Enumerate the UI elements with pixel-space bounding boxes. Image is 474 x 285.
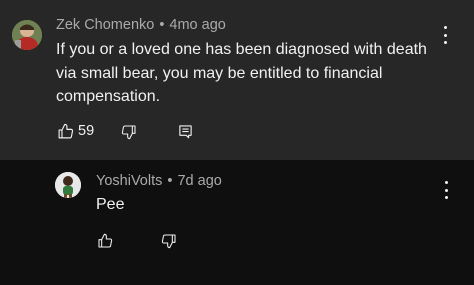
reply-author[interactable]: YoshiVolts (96, 173, 162, 189)
comment-author[interactable]: Zek Chomenko (56, 17, 154, 33)
comment-text: If you or a loved one has been diagnosed… (56, 41, 427, 105)
comment-timestamp[interactable]: 4mo ago (169, 17, 225, 33)
reply-icon[interactable] (178, 124, 193, 139)
meta-separator: • (167, 173, 173, 189)
comment-meta: Zek Chomenko • 4mo ago (56, 17, 226, 33)
reply-text: Pee (96, 196, 125, 213)
reply-timestamp[interactable]: 7d ago (177, 173, 221, 189)
thumbs-down-icon[interactable] (161, 233, 177, 249)
avatar[interactable] (12, 20, 42, 50)
thumbs-up-icon[interactable] (57, 123, 74, 140)
thumbs-up-icon[interactable] (97, 233, 113, 249)
like-count: 59 (78, 123, 95, 139)
comment-thread: Zek Chomenko • 4mo ago If you or a loved o… (0, 0, 474, 160)
reply-avatar[interactable] (55, 172, 81, 198)
thumbs-down-icon[interactable] (121, 124, 137, 140)
avatar-image (12, 20, 42, 50)
comments-panel: Zek Chomenko • 4mo ago If you or a loved o… (0, 0, 474, 285)
reply-meta: YoshiVolts • 7d ago (96, 173, 222, 189)
more-options-icon[interactable] (439, 181, 453, 199)
reply-avatar-image (55, 172, 81, 198)
meta-separator: • (159, 17, 165, 33)
more-options-icon[interactable] (438, 26, 452, 44)
